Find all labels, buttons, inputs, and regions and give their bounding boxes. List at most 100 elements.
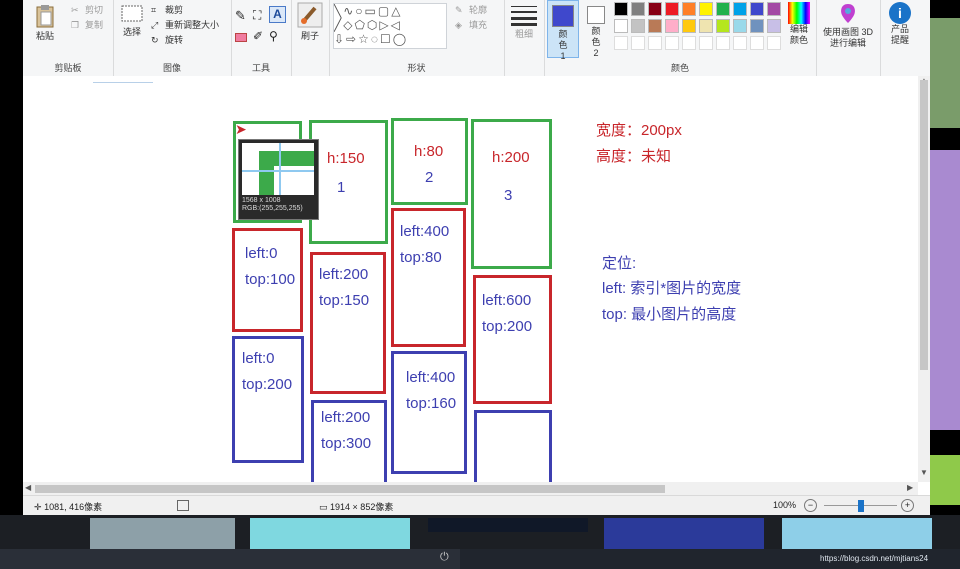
color1-button[interactable]: 颜色 1 bbox=[547, 0, 579, 61]
brushes-button[interactable]: 刷子 bbox=[295, 2, 325, 42]
box1-height-text: h:150 bbox=[327, 150, 365, 167]
custom-color-slot[interactable] bbox=[631, 36, 645, 50]
custom-color-slot[interactable] bbox=[750, 36, 764, 50]
outline-label: 轮廓 bbox=[469, 5, 488, 15]
color-swatch[interactable] bbox=[699, 2, 713, 16]
power-icon[interactable]: ⏻ bbox=[440, 551, 449, 564]
color-swatch[interactable] bbox=[682, 19, 696, 33]
product-alert-button[interactable]: i 产品提醒 bbox=[883, 2, 917, 46]
color-swatch[interactable] bbox=[716, 19, 730, 33]
rotate-label: 旋转 bbox=[165, 35, 184, 45]
outline-button[interactable]: ✎ 轮廓 bbox=[455, 3, 487, 17]
crop-button[interactable]: ⌗ 裁剪 bbox=[151, 3, 183, 17]
desktop-bg-3 bbox=[930, 455, 960, 505]
scroll-down-icon[interactable]: ▼ bbox=[920, 468, 928, 477]
custom-color-slot[interactable] bbox=[699, 36, 713, 50]
canvas-area[interactable]: h:150 1 h:80 2 h:200 3 left:0 top:100 le… bbox=[23, 76, 918, 482]
color-swatch[interactable] bbox=[648, 2, 662, 16]
b2-left-text: left:200 bbox=[321, 409, 371, 426]
color-swatch[interactable] bbox=[716, 2, 730, 16]
vertical-scrollbar[interactable]: ▲ ▼ bbox=[918, 76, 930, 482]
scroll-right-icon[interactable]: ▶ bbox=[907, 483, 913, 492]
video-controls bbox=[0, 549, 460, 569]
thumb-5 bbox=[782, 518, 932, 549]
shapes-group: ╲∿○▭▢△ ╱◇⬠⬡▷◁ ⇩⇨☆◌☐◯ ✎ 轮廓 ◈ 填充 形状 bbox=[329, 0, 505, 76]
rotate-button[interactable]: ↻ 旋转 bbox=[151, 33, 183, 47]
custom-color-slot[interactable] bbox=[665, 36, 679, 50]
paste-label: 粘贴 bbox=[35, 31, 54, 41]
color-swatch[interactable] bbox=[665, 19, 679, 33]
color-wheel-icon bbox=[788, 2, 810, 24]
color-swatch[interactable] bbox=[750, 2, 764, 16]
horizontal-scroll-thumb[interactable] bbox=[35, 485, 665, 493]
color-picker-icon[interactable]: ✐ bbox=[253, 29, 263, 43]
fill-icon[interactable]: ⛶ bbox=[253, 8, 261, 23]
select-button[interactable]: 选择 bbox=[119, 4, 145, 38]
eraser-icon[interactable] bbox=[235, 33, 247, 42]
size-group: 粗细 bbox=[504, 0, 545, 76]
colors-group: 颜色 1 颜色 2 编辑颜色 颜色 bbox=[544, 0, 817, 76]
color-swatch[interactable] bbox=[614, 19, 628, 33]
positioning-left-text: left: 索引*图片的宽度 bbox=[602, 280, 742, 297]
color-swatch[interactable] bbox=[767, 19, 781, 33]
resize-icon: ⤢ bbox=[151, 19, 159, 30]
copy-button[interactable]: ❐ 复制 bbox=[71, 18, 103, 32]
line-width-icon bbox=[511, 6, 537, 26]
scroll-left-icon[interactable]: ◀ bbox=[25, 483, 31, 492]
custom-color-slot[interactable] bbox=[767, 36, 781, 50]
color1-label: 颜色 1 bbox=[558, 29, 568, 61]
color-swatch[interactable] bbox=[614, 2, 628, 16]
custom-color-slot[interactable] bbox=[733, 36, 747, 50]
selection-size-icon bbox=[177, 500, 189, 511]
color-swatch[interactable] bbox=[631, 19, 645, 33]
text-icon[interactable]: A bbox=[269, 6, 286, 23]
status-bar: ✛ 1081, 416像素 ▭ 1914 × 852像素 100% − + bbox=[23, 495, 930, 516]
r1-left-text: left:0 bbox=[245, 245, 278, 262]
color-swatch[interactable] bbox=[733, 19, 747, 33]
custom-color-slot[interactable] bbox=[682, 36, 696, 50]
size-button[interactable]: 粗细 bbox=[508, 4, 540, 40]
select-icon bbox=[121, 5, 143, 22]
magnifier-icon[interactable]: ⚲ bbox=[269, 29, 278, 43]
brushes-label: 刷子 bbox=[300, 31, 319, 41]
zoom-slider-thumb[interactable] bbox=[857, 500, 864, 512]
resize-button[interactable]: ⤢ 重新调整大小 bbox=[151, 18, 219, 32]
pencil-icon[interactable]: ✎ bbox=[235, 8, 246, 24]
box1-index-text: 1 bbox=[337, 179, 346, 196]
color2-button[interactable]: 颜色 2 bbox=[581, 0, 611, 58]
color-swatch[interactable] bbox=[699, 19, 713, 33]
color-swatch[interactable] bbox=[767, 2, 781, 16]
color-swatch[interactable] bbox=[733, 2, 747, 16]
vertical-scroll-thumb[interactable] bbox=[920, 80, 928, 370]
blue-box-4 bbox=[474, 410, 552, 482]
width-info-text: 宽度：200px bbox=[596, 122, 682, 139]
shapes-gallery[interactable]: ╲∿○▭▢△ ╱◇⬠⬡▷◁ ⇩⇨☆◌☐◯ bbox=[333, 3, 447, 49]
color-swatch[interactable] bbox=[750, 19, 764, 33]
zoom-out-button[interactable]: − bbox=[804, 499, 817, 512]
taskbar: ⏻ https://blog.csdn.net/mjtians24 bbox=[0, 549, 960, 569]
custom-color-slot[interactable] bbox=[614, 36, 628, 50]
horizontal-scrollbar[interactable]: ◀ ▶ bbox=[23, 482, 918, 495]
custom-color-slot[interactable] bbox=[648, 36, 662, 50]
edit-colors-button[interactable]: 编辑颜色 bbox=[784, 2, 814, 46]
selection-trace bbox=[93, 82, 153, 83]
image-group-label: 图像 bbox=[162, 63, 181, 73]
color-swatch[interactable] bbox=[665, 2, 679, 16]
color-swatch[interactable] bbox=[648, 19, 662, 33]
color-swatch[interactable] bbox=[631, 2, 645, 16]
paint3d-button[interactable]: 使用画图 3D 进行编辑 bbox=[818, 2, 878, 49]
fill-button[interactable]: ◈ 填充 bbox=[455, 18, 487, 32]
crosshair-h bbox=[242, 170, 314, 172]
color-swatch[interactable] bbox=[682, 2, 696, 16]
info-icon: i bbox=[889, 2, 911, 24]
cut-button[interactable]: ✂ 剪切 bbox=[71, 3, 103, 17]
color2-swatch bbox=[587, 6, 605, 24]
custom-color-slot[interactable] bbox=[716, 36, 730, 50]
desktop-bg-2 bbox=[930, 150, 960, 430]
edit-colors-label: 编辑颜色 bbox=[789, 24, 808, 45]
box2-height-text: h:80 bbox=[414, 143, 444, 160]
thumb-1 bbox=[90, 518, 235, 549]
resize-label: 重新调整大小 bbox=[165, 20, 220, 30]
zoom-in-button[interactable]: + bbox=[901, 499, 914, 512]
paste-button[interactable]: 粘贴 bbox=[31, 4, 59, 42]
